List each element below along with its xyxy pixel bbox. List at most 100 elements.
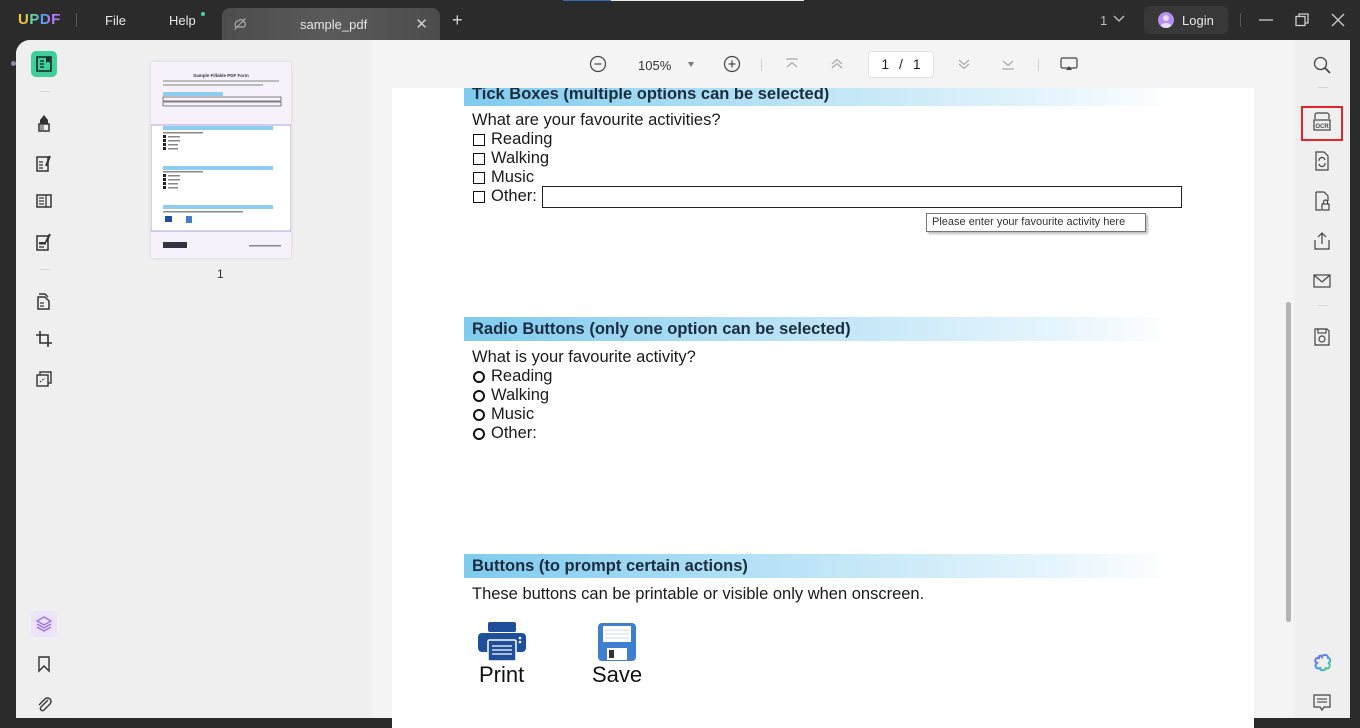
tab-title: sample_pdf [300,17,368,32]
zoom-in-icon[interactable] [722,54,742,74]
window-count[interactable]: 1 [1100,13,1107,28]
save-form-button[interactable]: Save [591,620,647,692]
sync-off-icon [234,18,246,30]
reader-mode-button[interactable] [31,51,57,77]
menu-file[interactable]: File [105,13,126,28]
chevron-down-icon[interactable] [1113,13,1125,23]
avatar-icon [1158,12,1174,28]
print-label: Print [479,662,525,687]
edit-tool-button[interactable] [31,150,57,176]
watermark-tool-button[interactable] [31,366,57,392]
print-form-button[interactable]: Print [476,620,530,692]
layers-icon [35,616,53,632]
radio-label: Reading [491,367,553,385]
share-icon[interactable] [1312,230,1332,252]
thumbnail-panel: Sample Fillable PDF Form 1 [71,40,372,718]
crop-tool-button[interactable] [31,326,57,352]
bookmarks-button[interactable] [31,651,57,677]
checkbox-reading[interactable] [473,134,485,146]
tick-boxes-heading: Tick Boxes (multiple options can be sele… [464,88,1174,106]
radio-other[interactable] [473,428,485,440]
thumbnail-preview: Sample Fillable PDF Form [150,73,292,248]
radio-label: Other: [491,424,537,442]
last-page-icon[interactable] [998,54,1018,74]
document-tab[interactable]: sample_pdf ✕ [222,8,440,40]
viewer-toolbar: 105% 1 / 1 [372,40,1294,88]
radio-reading[interactable] [473,371,485,383]
ocr-icon[interactable]: OCR [1312,111,1332,133]
presentation-icon[interactable] [1059,54,1079,74]
window-edge [1350,40,1360,718]
previous-page-icon[interactable] [827,54,847,74]
zoom-dropdown-icon[interactable] [688,62,694,67]
checkbox-label: Walking [491,149,550,167]
form-tool-button[interactable] [31,188,57,214]
printer-icon [478,622,526,662]
zoom-out-icon[interactable] [588,54,608,74]
radio-music[interactable] [473,409,485,421]
toolbar-divider [40,269,50,270]
protect-icon[interactable] [1312,190,1332,212]
right-toolbar: OCR [1294,40,1350,718]
next-page-icon[interactable] [954,54,974,74]
radio-label: Walking [491,386,550,404]
buttons-description: These buttons can be printable or visibl… [472,585,925,603]
new-tab-plus-icon[interactable]: + [452,10,463,31]
checkbox-label: Music [491,168,535,186]
paperclip-icon [38,697,52,712]
restore-icon[interactable] [1292,10,1312,30]
tab-close-icon[interactable]: ✕ [415,15,428,33]
checkbox-label: Other: [491,187,537,205]
zoom-level[interactable]: 105% [638,58,671,73]
page-tools-icon [36,371,52,387]
buttons-heading: Buttons (to prompt certain actions) [464,554,1174,578]
comment-list-icon[interactable] [1312,692,1332,714]
help-notification-dot [201,12,205,16]
current-page: 1 [881,56,890,72]
bookmark-icon [38,656,50,673]
layers-button[interactable] [31,611,57,637]
checkbox-music[interactable] [473,172,485,184]
close-window-icon[interactable] [1328,10,1348,30]
save-as-icon[interactable] [1312,326,1332,348]
page-separator: / [899,56,903,72]
sign-tool-button[interactable] [31,229,57,255]
edit-pdf-icon [36,155,51,172]
toolbar-divider [1318,87,1328,88]
page-thumbnail[interactable]: Sample Fillable PDF Form [150,62,292,258]
highlighter-icon [38,115,50,132]
radio-walking[interactable] [473,390,485,402]
login-button[interactable]: Login [1144,6,1228,34]
minimize-icon[interactable] [1256,10,1276,30]
convert-icon[interactable] [1312,150,1332,172]
title-bar: UPDF File Help sample_pdf ✕ + 1 Login [0,0,1360,40]
menu-help[interactable]: Help [169,13,196,28]
window-marker [563,0,611,1]
total-pages: 1 [912,56,921,72]
email-icon[interactable] [1312,270,1332,292]
first-page-icon[interactable] [782,54,802,74]
updf-ai-icon[interactable] [1312,652,1332,674]
pages-icon [37,293,50,310]
left-toolbar [16,40,71,718]
checkbox-other[interactable] [473,191,485,203]
pdf-page: Tick Boxes (multiple options can be sele… [392,88,1254,728]
attachments-button[interactable] [31,691,57,717]
vertical-scrollbar[interactable] [1286,302,1291,622]
form-icon [36,194,52,208]
toolbar-divider [1038,59,1039,71]
crop-icon [36,331,52,347]
updf-logo: UPDF [18,11,61,28]
search-icon[interactable] [1312,54,1332,76]
radio-question: What is your favourite activity? [472,348,696,366]
toolbar-divider [1318,305,1328,306]
page-number-input[interactable]: 1 / 1 [868,51,934,78]
other-activity-field[interactable] [542,186,1182,208]
thumbnail-page-number: 1 [217,267,224,281]
floppy-disk-icon [598,623,636,661]
title-separator [1240,13,1241,27]
organize-pages-button[interactable] [31,288,57,314]
checkbox-walking[interactable] [473,153,485,165]
comment-tool-button[interactable] [31,110,57,136]
radio-label: Music [491,405,535,423]
